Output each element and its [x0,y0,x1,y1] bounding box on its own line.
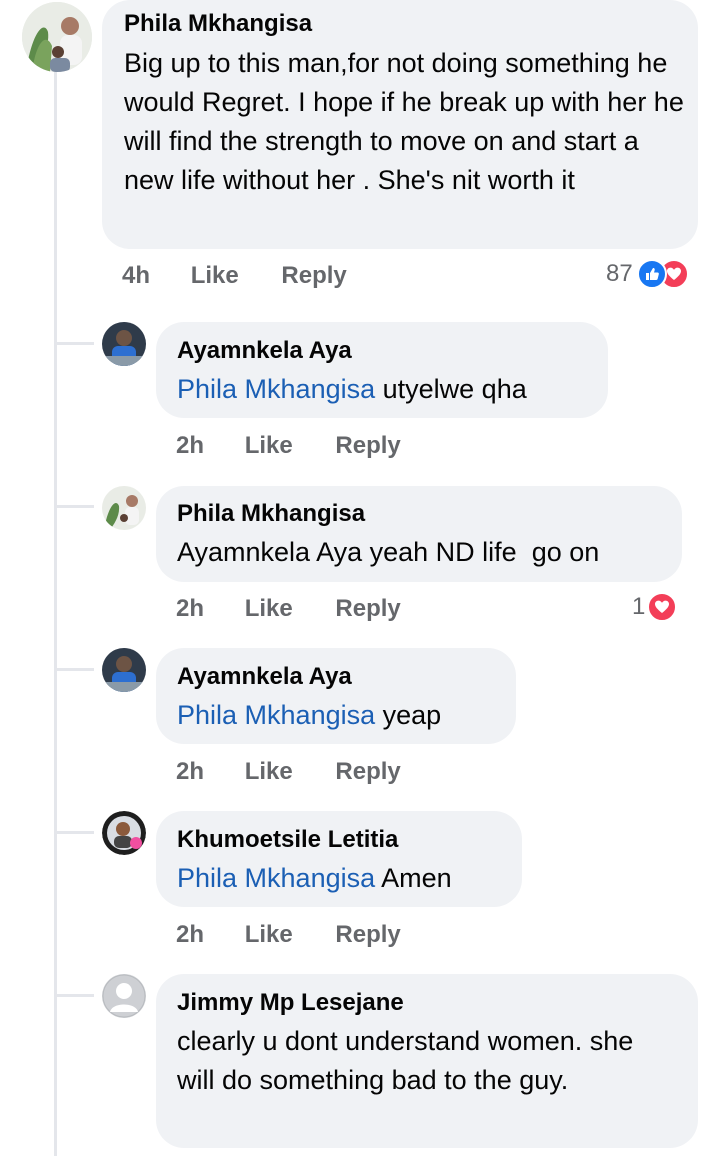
love-reaction-icon [647,592,678,622]
reply-button[interactable]: Reply [335,432,400,460]
avatar[interactable] [102,974,146,1018]
reply-text: Phila Mkhangisa utyelwe qha [177,374,527,404]
reply-time[interactable]: 2h [176,595,204,623]
reply-time[interactable]: 2h [176,758,204,786]
like-button[interactable]: Like [191,262,239,290]
thread-branch [54,668,94,671]
reply-text: Ayamnkela Aya yeah ND life go on [177,537,600,567]
reply-button[interactable]: Reply [281,262,346,290]
reply-author[interactable]: Phila Mkhangisa [177,500,365,528]
thread-branch [54,505,94,508]
reply-author[interactable]: Jimmy Mp Lesejane [177,989,404,1017]
reply-author[interactable]: Khumoetsile Letitia [177,826,398,854]
like-reaction-icon [636,259,667,289]
comment-text: Big up to this man,for not doing somethi… [124,48,684,195]
like-button[interactable]: Like [245,921,293,949]
comment-actions: 4h Like Reply [122,262,347,290]
reply-actions: 2h Like Reply [176,921,401,949]
like-button[interactable]: Like [245,595,293,623]
reply-text: Phila Mkhangisa yeap [177,700,442,730]
reply-time[interactable]: 2h [176,432,204,460]
avatar[interactable] [102,811,146,855]
reaction-summary[interactable]: 1 [632,592,678,622]
mention-link[interactable]: Phila Mkhangisa [177,863,375,893]
reaction-count: 1 [632,593,646,620]
avatar[interactable] [102,648,146,692]
reply-author[interactable]: Ayamnkela Aya [177,663,352,691]
reply-actions: 2h Like Reply [176,758,401,786]
reaction-count: 87 [606,260,633,287]
reply-actions: 2h Like Reply [176,432,401,460]
reply-text: clearly u dont understand women. she wil… [177,1026,634,1095]
avatar[interactable] [102,486,146,530]
reply-author[interactable]: Ayamnkela Aya [177,337,352,365]
comment-time[interactable]: 4h [122,262,150,290]
thread-branch [54,831,94,834]
like-button[interactable]: Like [245,432,293,460]
reply-time[interactable]: 2h [176,921,204,949]
reaction-summary[interactable]: 87 [606,259,689,289]
reply-button[interactable]: Reply [335,921,400,949]
like-button[interactable]: Like [245,758,293,786]
mention-link[interactable]: Phila Mkhangisa [177,700,375,730]
reply-button[interactable]: Reply [335,758,400,786]
avatar[interactable] [102,322,146,366]
avatar[interactable] [22,2,92,72]
thread-branch [54,342,94,345]
reply-button[interactable]: Reply [335,595,400,623]
reply-actions: 2h Like Reply [176,595,401,623]
mention-link[interactable]: Phila Mkhangisa [177,374,375,404]
comment-author[interactable]: Phila Mkhangisa [124,10,312,38]
thread-branch [54,994,94,997]
reply-text: Phila Mkhangisa Amen [177,863,452,893]
